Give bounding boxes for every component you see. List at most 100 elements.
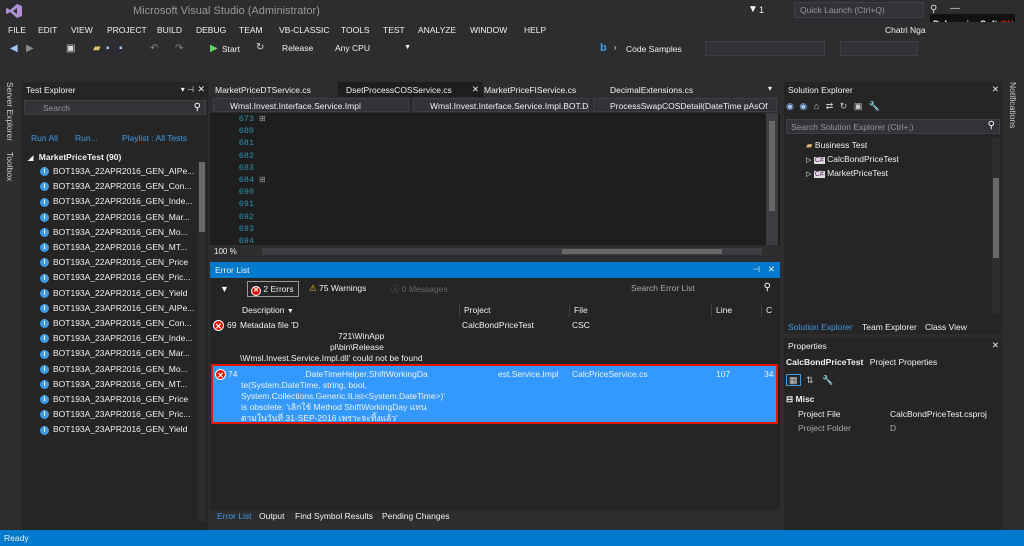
error-list-close-icon[interactable]: ✕ bbox=[768, 264, 775, 275]
category-collapse-icon[interactable]: ⊟ bbox=[786, 394, 793, 404]
menu-analyze[interactable]: ANALYZE bbox=[418, 25, 456, 35]
tree-project[interactable]: ▷ C# MarketPriceTest bbox=[806, 168, 888, 178]
test-item[interactable]: i BOT193A_23APR2016_GEN_Yield bbox=[40, 424, 187, 438]
run-all-link[interactable]: Run All bbox=[31, 133, 58, 143]
menu-tools[interactable]: TOOLS bbox=[341, 25, 370, 35]
expand-triangle-icon[interactable]: ▷ bbox=[806, 157, 811, 164]
user-name[interactable]: Chatri Nga bbox=[885, 25, 926, 35]
close-icon[interactable]: ✕ bbox=[197, 84, 205, 95]
test-list-scrollbar[interactable] bbox=[198, 162, 206, 522]
editor-hscroll-thumb[interactable] bbox=[562, 249, 722, 254]
test-item[interactable]: i BOT193A_23APR2016_GEN_Mo... bbox=[40, 364, 188, 378]
start-button[interactable]: Start bbox=[222, 44, 240, 54]
toolbox-tab[interactable]: Toolbox bbox=[5, 152, 15, 181]
forward-icon[interactable]: ◉ bbox=[799, 101, 807, 111]
warnings-filter-button[interactable]: ⚠ 75 Warnings bbox=[306, 281, 378, 297]
zoom-level[interactable]: 100 % bbox=[214, 247, 237, 256]
tab-error-list[interactable]: Error List bbox=[217, 511, 251, 521]
tab-market-price-fi[interactable]: MarketPriceFIService.cs bbox=[484, 85, 576, 95]
solution-scrollbar[interactable] bbox=[992, 138, 1000, 314]
menu-file[interactable]: FILE bbox=[8, 25, 26, 35]
close-tab-icon[interactable]: ✕ bbox=[472, 84, 479, 95]
tab-pending-changes[interactable]: Pending Changes bbox=[382, 511, 450, 521]
code-editor[interactable] bbox=[210, 113, 780, 258]
categorized-icon[interactable]: ▦ bbox=[786, 374, 801, 386]
menu-debug[interactable]: DEBUG bbox=[196, 25, 226, 35]
test-item[interactable]: i BOT193A_23APR2016_GEN_Inde... bbox=[40, 333, 192, 347]
collapse-all-icon[interactable]: ▣ bbox=[854, 101, 863, 111]
col-line[interactable]: Line bbox=[712, 303, 762, 317]
quick-launch-input[interactable]: Quick Launch (Ctrl+Q) bbox=[794, 2, 924, 18]
pin-icon[interactable]: ▾ ⊣ bbox=[181, 85, 194, 94]
col-description[interactable]: Description ▼ bbox=[238, 303, 460, 317]
property-value[interactable]: CalcBondPriceTest.csproj bbox=[890, 409, 987, 419]
error-list-pin-icon[interactable]: ⊣ bbox=[753, 264, 760, 275]
filter-icon[interactable]: ▼ bbox=[220, 284, 229, 294]
menu-test[interactable]: TEST bbox=[383, 25, 405, 35]
configuration-dropdown[interactable]: Release bbox=[280, 42, 328, 56]
menu-team[interactable]: TEAM bbox=[239, 25, 263, 35]
test-item[interactable]: i BOT193A_22APR2016_GEN_MT... bbox=[40, 242, 187, 256]
new-project-icon[interactable]: ▣ bbox=[66, 43, 75, 54]
sync-icon[interactable]: ⇄ bbox=[826, 101, 834, 111]
property-value[interactable]: D bbox=[890, 423, 896, 433]
collapse-icon-684[interactable]: ⊞ bbox=[259, 175, 266, 184]
menu-help[interactable]: HELP bbox=[524, 25, 546, 35]
test-item[interactable]: i BOT193A_23APR2016_GEN_Con... bbox=[40, 318, 191, 332]
open-file-icon[interactable]: ▰ bbox=[93, 43, 101, 54]
back-icon[interactable]: ◀ bbox=[10, 43, 18, 54]
search-icon[interactable]: ⚲ bbox=[988, 120, 995, 131]
tab-solution-explorer[interactable]: Solution Explorer bbox=[788, 322, 853, 332]
alphabetical-icon[interactable]: ⇅ bbox=[806, 375, 814, 385]
solution-search-input[interactable]: Search Solution Explorer (Ctrl+;) ⚲ bbox=[786, 119, 1000, 134]
messages-filter-button[interactable]: ⓘ 0 Messages bbox=[388, 281, 450, 297]
undo-icon[interactable]: ↶ bbox=[150, 43, 158, 54]
notifications-tab[interactable]: Notifications bbox=[1008, 82, 1018, 128]
properties-object-selector[interactable]: CalcBondPriceTest Project Properties bbox=[786, 357, 1000, 371]
test-item[interactable]: i BOT193A_22APR2016_GEN_Yield bbox=[40, 288, 187, 302]
error-search-icon[interactable]: ⚲ bbox=[764, 282, 771, 293]
refresh-icon[interactable]: ↻ bbox=[840, 101, 848, 111]
forward-icon[interactable]: ▶ bbox=[26, 43, 34, 54]
tab-dset-process-cos[interactable]: DsetProcessCOSService.cs ✕ bbox=[338, 82, 483, 97]
properties-icon[interactable]: 🔧 bbox=[869, 101, 880, 111]
find-input[interactable] bbox=[840, 41, 918, 56]
menu-window[interactable]: WINDOW bbox=[470, 25, 507, 35]
property-pages-icon[interactable]: 🔧 bbox=[822, 375, 833, 385]
menu-build[interactable]: BUILD bbox=[157, 25, 182, 35]
tab-class-view[interactable]: Class View bbox=[925, 322, 967, 332]
test-item[interactable]: i BOT193A_23APR2016_GEN_AIPe... bbox=[40, 303, 194, 317]
editor-scroll-thumb[interactable] bbox=[769, 121, 775, 211]
search-icon[interactable]: ⚲ bbox=[194, 102, 201, 113]
col-column[interactable]: C bbox=[762, 303, 780, 317]
refresh-icon[interactable]: ↻ bbox=[256, 42, 264, 53]
menu-edit[interactable]: EDIT bbox=[38, 25, 57, 35]
test-item[interactable]: i BOT193A_22APR2016_GEN_Pric... bbox=[40, 272, 191, 286]
type-nav-dropdown[interactable]: Wmsl.Invest.Interface.Service.Impl.BOT.D bbox=[413, 98, 589, 112]
scrollbar-thumb[interactable] bbox=[199, 162, 205, 232]
member-nav-dropdown[interactable]: ProcessSwapCOSDetail(DateTime pAsOf bbox=[593, 98, 777, 112]
start-play-icon[interactable]: ▶ bbox=[210, 43, 218, 54]
test-search-input[interactable]: Search ⚲ bbox=[24, 100, 206, 115]
platform-dropdown[interactable]: Any CPU ▼ bbox=[333, 42, 415, 56]
notification-flag-icon[interactable]: ▼ bbox=[748, 4, 758, 15]
run-link[interactable]: Run... bbox=[75, 133, 98, 143]
error-row-selected[interactable]: ✕ 74 .DateTimeHelper.ShiftWorkingDa te(S… bbox=[211, 364, 778, 424]
server-explorer-tab[interactable]: Server Explorer bbox=[5, 82, 15, 141]
test-item[interactable]: i BOT193A_22APR2016_GEN_Price bbox=[40, 257, 188, 271]
home-icon[interactable]: ⌂ bbox=[814, 101, 819, 111]
test-item[interactable]: i BOT193A_23APR2016_GEN_Pric... bbox=[40, 409, 191, 423]
code-samples-search-input[interactable] bbox=[705, 41, 825, 56]
expand-triangle-icon[interactable]: ▷ bbox=[806, 171, 811, 178]
test-item[interactable]: i BOT193A_23APR2016_GEN_Mar... bbox=[40, 348, 190, 362]
close-icon[interactable]: ✕ bbox=[992, 340, 999, 351]
save-icon[interactable]: ▪ bbox=[106, 43, 110, 54]
error-search-input[interactable]: Search Error List ⚲ bbox=[627, 282, 777, 296]
tab-decimal-extensions[interactable]: DecimalExtensions.cs bbox=[610, 85, 693, 95]
col-project[interactable]: Project bbox=[460, 303, 570, 317]
redo-icon[interactable]: ↷ bbox=[175, 43, 183, 54]
menu-project[interactable]: PROJECT bbox=[107, 25, 147, 35]
test-item[interactable]: i BOT193A_22APR2016_GEN_Mar... bbox=[40, 212, 190, 226]
project-nav-dropdown[interactable]: Wmsl.Invest.Interface.Service.Impl bbox=[213, 98, 409, 112]
col-file[interactable]: File bbox=[570, 303, 712, 317]
